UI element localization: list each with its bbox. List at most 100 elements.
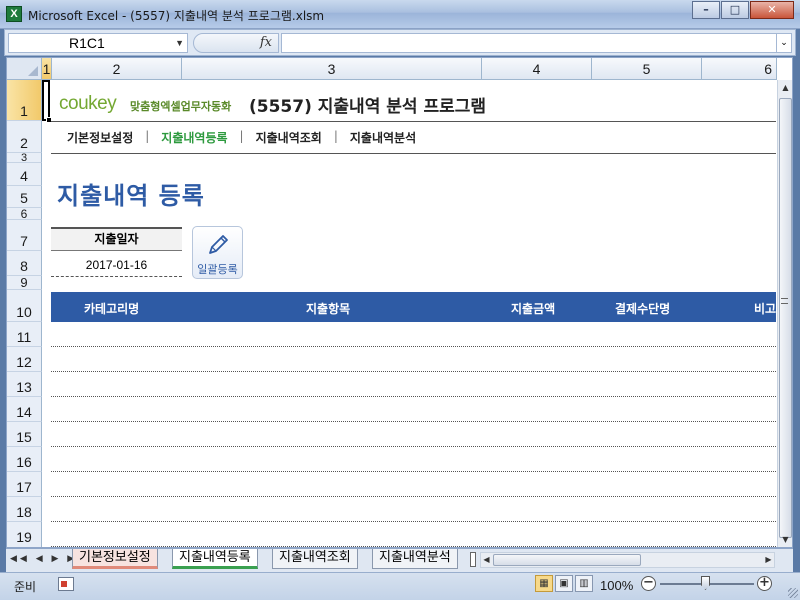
row-header[interactable]: 12	[7, 347, 42, 372]
bulk-register-button[interactable]: 일괄등록	[192, 226, 243, 279]
formula-function-area: fx	[193, 33, 279, 53]
title-bar: X Microsoft Excel - (5557) 지출내역 분석 프로그램.…	[0, 0, 800, 29]
menu-item-expense-query[interactable]: 지출내역조회	[256, 129, 322, 146]
tab-split-handle[interactable]	[470, 552, 476, 567]
formula-input[interactable]	[281, 33, 777, 53]
scroll-grip-icon	[781, 298, 788, 304]
row-header[interactable]: 18	[7, 497, 42, 522]
select-all-corner[interactable]	[7, 58, 42, 80]
close-button[interactable]: ✕	[750, 1, 794, 19]
table-row[interactable]	[51, 471, 776, 472]
vertical-scrollbar[interactable]: ▲ ▼	[777, 80, 792, 547]
row-header[interactable]: 13	[7, 372, 42, 397]
resize-grip-icon[interactable]	[788, 588, 798, 598]
active-cell[interactable]	[42, 80, 50, 121]
row-header[interactable]: 14	[7, 397, 42, 422]
table-row[interactable]	[51, 396, 776, 397]
menu-separator: |	[145, 129, 150, 143]
nav-menu: 기본정보설정 | 지출내역등록 | 지출내역조회 | 지출내역분석	[67, 129, 416, 146]
maximize-button[interactable]: □	[721, 1, 749, 19]
zoom-level[interactable]: 100%	[600, 578, 633, 593]
sheet-tab-basic-settings[interactable]: 기본정보설정	[72, 549, 158, 569]
column-expense-item: 지출항목	[306, 302, 351, 316]
row-header[interactable]: 1	[7, 80, 42, 121]
minimize-button[interactable]: –	[692, 1, 720, 19]
scroll-down-icon[interactable]: ▼	[778, 532, 792, 547]
name-box[interactable]: R1C1 ▼	[8, 33, 188, 53]
menu-separator: |	[239, 129, 244, 143]
row-header[interactable]: 10	[7, 290, 42, 322]
status-bar: 준비 ▦ ▣ ▥ 100% − +	[0, 572, 800, 600]
column-category: 카테고리명	[84, 302, 140, 316]
fill-handle[interactable]	[46, 117, 52, 123]
row-header[interactable]: 8	[7, 251, 42, 276]
pencil-icon	[208, 235, 228, 254]
column-header[interactable]: 5	[592, 58, 702, 80]
column-header[interactable]: 2	[52, 58, 182, 80]
expense-table-header: 카테고리명 지출항목 지출금액 결제수단명 비고	[51, 292, 776, 322]
window-title: Microsoft Excel - (5557) 지출내역 분석 프로그램.xl…	[28, 9, 325, 23]
menu-item-expense-register[interactable]: 지출내역등록	[161, 129, 227, 146]
row-header[interactable]: 5	[7, 186, 42, 208]
insert-function-icon[interactable]: fx	[260, 35, 272, 50]
row-header[interactable]: 11	[7, 322, 42, 347]
row-header[interactable]: 3	[7, 152, 42, 164]
program-title: (5557) 지출내역 분석 프로그램	[249, 97, 487, 117]
menu-item-expense-analysis[interactable]: 지출내역분석	[350, 129, 416, 146]
row-header[interactable]: 16	[7, 447, 42, 472]
sheet-tab-expense-register[interactable]: 지출내역등록	[172, 549, 258, 569]
date-label: 지출일자	[51, 227, 182, 251]
normal-view-icon[interactable]: ▦	[535, 575, 553, 592]
horizontal-scroll-thumb[interactable]	[493, 554, 641, 566]
column-header[interactable]: 3	[182, 58, 482, 80]
row-header[interactable]: 7	[7, 220, 42, 251]
scroll-left-icon[interactable]: ◀	[481, 553, 492, 567]
table-row[interactable]	[51, 446, 776, 447]
macro-record-icon[interactable]	[58, 577, 74, 591]
row-header[interactable]: 4	[7, 163, 42, 186]
divider	[51, 121, 776, 122]
coukey-logo: coukey	[59, 93, 117, 114]
formula-bar: R1C1 ▼ fx ⌄	[4, 29, 796, 56]
table-row[interactable]	[51, 371, 776, 372]
zoom-out-button[interactable]: −	[641, 576, 656, 591]
date-field[interactable]: 2017-01-16	[51, 253, 182, 277]
expand-formula-bar-icon[interactable]: ⌄	[776, 33, 792, 53]
table-row[interactable]	[51, 521, 776, 522]
divider	[51, 153, 776, 154]
page-heading: 지출내역 등록	[57, 182, 205, 210]
chevron-down-icon[interactable]: ▼	[175, 34, 184, 52]
window-controls: – □ ✕	[691, 1, 794, 19]
table-row[interactable]	[51, 346, 776, 347]
excel-icon[interactable]: X	[6, 6, 22, 22]
scroll-right-icon[interactable]: ▶	[763, 553, 774, 567]
table-row[interactable]	[51, 546, 776, 547]
column-header[interactable]: 6	[702, 58, 777, 80]
zoom-in-button[interactable]: +	[757, 576, 772, 591]
column-payment-method: 결제수단명	[615, 302, 671, 316]
table-row[interactable]	[51, 421, 776, 422]
page-layout-view-icon[interactable]: ▣	[555, 575, 573, 592]
column-header[interactable]: 4	[482, 58, 592, 80]
row-header[interactable]: 15	[7, 422, 42, 447]
worksheet-grid[interactable]: 1 2 3 4 5 6 1 2 3 4 5 6 7 8 9 10 11 12 1…	[6, 57, 793, 548]
column-header[interactable]: 1	[42, 58, 52, 80]
sheet-tab-expense-analysis[interactable]: 지출내역분석	[372, 549, 458, 569]
name-box-value: R1C1	[69, 35, 105, 51]
row-header[interactable]: 9	[7, 275, 42, 290]
row-header[interactable]: 6	[7, 207, 42, 221]
menu-item-basic-settings[interactable]: 기본정보설정	[67, 129, 133, 146]
page-break-view-icon[interactable]: ▥	[575, 575, 593, 592]
sheet-tab-expense-query[interactable]: 지출내역조회	[272, 549, 358, 569]
row-header[interactable]: 19	[7, 522, 42, 547]
scroll-up-icon[interactable]: ▲	[778, 80, 792, 96]
vertical-scroll-thumb[interactable]	[779, 98, 792, 538]
sheet-tab-bar: ◀◀ ◀ ▶ ▶▶ 기본정보설정 지출내역등록 지출내역조회 지출내역분석 ◀ …	[6, 548, 793, 572]
table-row[interactable]	[51, 496, 776, 497]
horizontal-scrollbar[interactable]: ◀ ▶	[480, 552, 775, 568]
row-header[interactable]: 17	[7, 472, 42, 497]
column-amount: 지출금액	[511, 302, 556, 316]
logo-tagline: 맞춤형엑셀업무자동화	[130, 100, 232, 113]
row-header[interactable]: 2	[7, 121, 42, 153]
zoom-slider-thumb[interactable]	[701, 576, 710, 590]
